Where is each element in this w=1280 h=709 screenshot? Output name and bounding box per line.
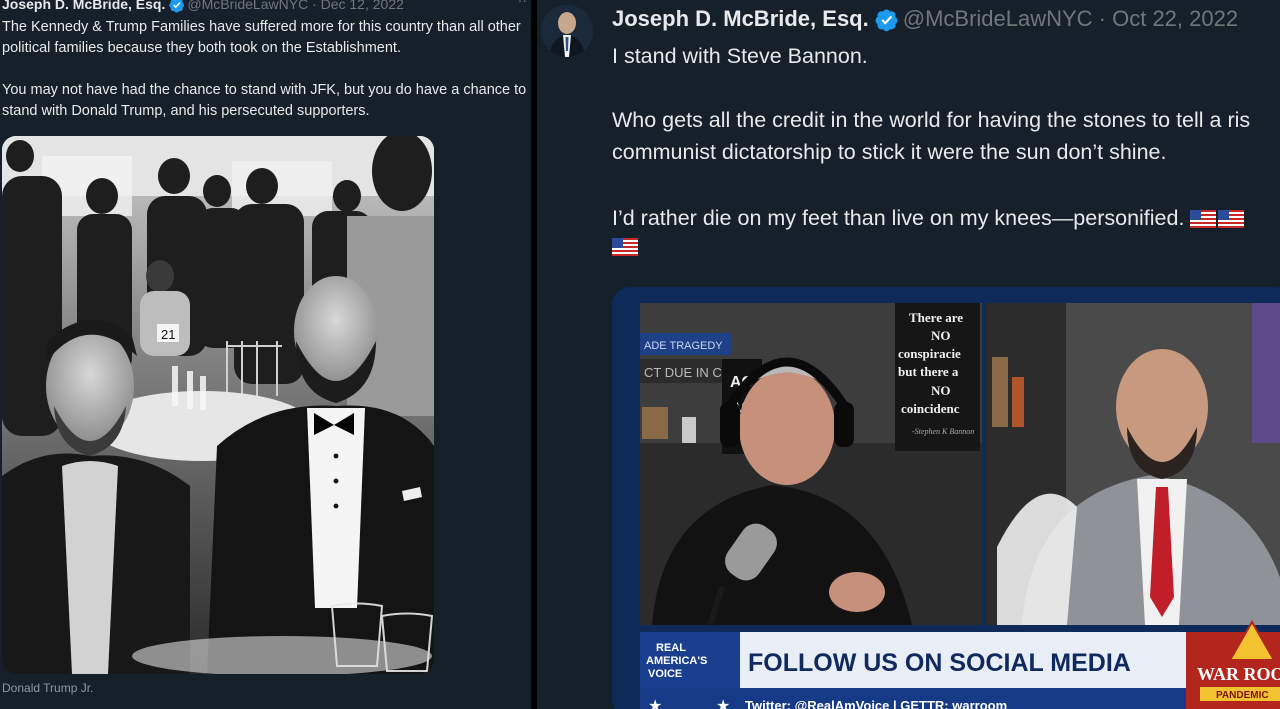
network-logo-text: AMERICA'S	[646, 655, 707, 667]
verified-badge-icon	[875, 9, 898, 32]
network-logo-text: VOICE	[648, 668, 682, 680]
tweet-text-line: I stand with Steve Bannon.	[612, 44, 868, 68]
quote-sign-line: coincidenc	[901, 401, 960, 416]
us-flag-icon	[612, 238, 638, 256]
verified-badge-icon	[169, 0, 185, 13]
quote-sign-line: There are	[909, 310, 963, 325]
tweet-header: Joseph D. McBride, Esq. @McBrideLawNYC · …	[2, 0, 404, 14]
photo-tag-caption[interactable]: Donald Trump Jr.	[2, 681, 93, 695]
tweet-text-line: I’d rather die on my feet than live on m…	[612, 202, 1246, 234]
ticker-subtitle: Twitter: @RealAmVoice | GETTR: warroom	[745, 698, 1007, 709]
warroom-logo-subtext: PANDEMIC	[1216, 690, 1269, 701]
flag-emoji-row	[612, 238, 640, 256]
tweet-text-paragraph: You may not have had the chance to stand…	[2, 82, 527, 119]
us-flag-icon	[1190, 210, 1217, 229]
network-logo-text: REAL	[656, 642, 686, 654]
tweet-header: Joseph D. McBride, Esq. @McBrideLawNYC · …	[612, 5, 1238, 33]
table-number-card: 21	[161, 327, 175, 342]
quote-sign-line: NO	[931, 328, 951, 343]
banner-text: ADE TRAGEDY	[644, 340, 723, 352]
warroom-logo-text: WAR ROO	[1197, 664, 1280, 684]
handle-date[interactable]: @McBrideLawNYC · Dec 12, 2022	[187, 0, 404, 12]
tweet-text-line: Who gets all the credit in the world for…	[612, 108, 1251, 132]
handle-date[interactable]: @McBrideLawNYC · Oct 22, 2022	[903, 6, 1238, 31]
quote-sign-attribution: -Stephen K Bannon	[912, 427, 974, 436]
left-tweet-panel: Joseph D. McBride, Esq. @McBrideLawNYC · …	[0, 0, 531, 709]
quote-sign-line: conspiracie	[898, 346, 961, 361]
gala-photo-illustration: 21	[2, 136, 434, 674]
tweet-text-line-content: I’d rather die on my feet than live on m…	[612, 206, 1185, 230]
svg-text:★: ★	[716, 698, 730, 709]
tweet-text-paragraph: The Kennedy & Trump Families have suffer…	[2, 19, 521, 56]
quote-sign-line: but there a	[898, 364, 959, 379]
avatar-image	[541, 5, 593, 57]
banner-text-2: CT DUE IN C	[644, 365, 722, 380]
us-flag-icon	[1218, 210, 1245, 229]
ticker-title: FOLLOW US ON SOCIAL MEDIA	[748, 649, 1131, 677]
right-tweet-panel: Joseph D. McBride, Esq. @McBrideLawNYC · …	[537, 0, 1280, 709]
warroom-video-frame: ADE TRAGEDY CT DUE IN C AC AC AC There a…	[612, 287, 1280, 709]
tweet-text-line: communist dictatorship to stick it were …	[612, 140, 1167, 164]
tweet-photo[interactable]: 21	[2, 136, 434, 674]
svg-text:★: ★	[648, 698, 662, 709]
tweet-video[interactable]: ADE TRAGEDY CT DUE IN C AC AC AC There a…	[612, 287, 1280, 709]
author-name[interactable]: Joseph D. McBride, Esq.	[2, 0, 165, 12]
more-options-icon[interactable]: ··	[518, 0, 527, 8]
author-name[interactable]: Joseph D. McBride, Esq.	[612, 6, 869, 31]
avatar[interactable]	[541, 5, 593, 57]
quote-sign-line: NO	[931, 383, 951, 398]
